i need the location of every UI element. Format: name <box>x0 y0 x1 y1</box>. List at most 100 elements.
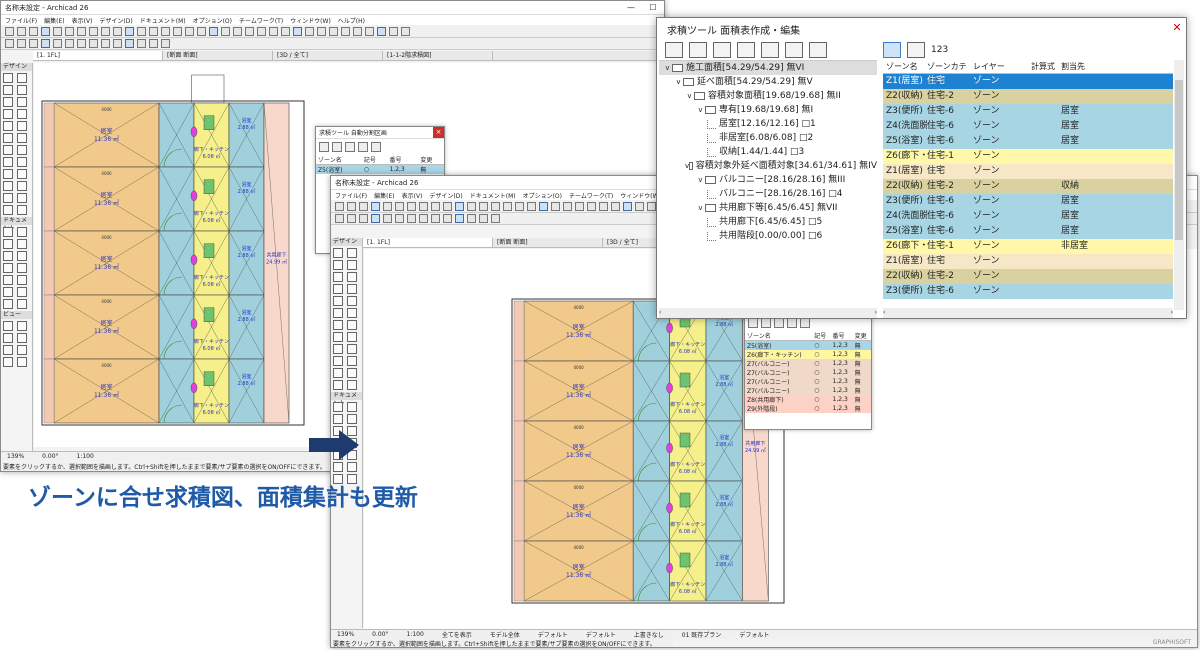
table-row[interactable]: Z5(浴室) ○ 1,2,3 無 <box>316 164 444 174</box>
table-row[interactable]: Z3(便所) 住宅-6 ゾーン 居室 <box>883 194 1173 209</box>
export-icon[interactable] <box>785 42 803 58</box>
toolbar-button[interactable] <box>17 39 26 48</box>
split-icon[interactable] <box>761 318 771 328</box>
column-header[interactable]: ゾーン名 <box>316 155 362 165</box>
toolbar-button[interactable] <box>359 201 368 211</box>
table-row[interactable]: Z4(洗面脱 住宅-6 ゾーン 居室 <box>883 119 1173 134</box>
table-row[interactable]: Z2(収納) 住宅-2 ゾーン 収納 <box>883 179 1173 194</box>
chevron-down-icon[interactable]: v <box>674 75 683 89</box>
tool-icon[interactable] <box>17 321 27 331</box>
toolbar-button[interactable] <box>401 26 410 36</box>
toolbar-button[interactable] <box>635 201 644 211</box>
zone-vertical-scrollbar[interactable] <box>1174 60 1184 310</box>
tool-icon[interactable] <box>347 308 357 318</box>
tool-icon[interactable] <box>17 275 27 285</box>
table-row[interactable]: Z3(便所) 住宅-6 ゾーン <box>883 284 1173 299</box>
toolbar-button[interactable] <box>551 201 560 211</box>
tool-icon[interactable] <box>3 85 13 95</box>
toolbar-button[interactable] <box>89 39 98 48</box>
column-header[interactable]: 変更 <box>852 331 871 341</box>
tool-icon[interactable] <box>333 320 343 330</box>
toolbar-button[interactable] <box>479 201 488 211</box>
table-row[interactable]: Z1(居室) 住宅 ゾーン <box>883 164 1173 179</box>
column-header[interactable]: 番号 <box>830 331 853 341</box>
tool-icon[interactable] <box>333 332 343 342</box>
tool-icon[interactable] <box>347 368 357 378</box>
tool-icon[interactable] <box>17 181 27 191</box>
status-field[interactable]: 0.00° <box>42 453 58 460</box>
tool-icon[interactable] <box>347 380 357 390</box>
menu-item[interactable]: オプション(O) <box>523 191 562 200</box>
tool-icon[interactable] <box>3 333 13 343</box>
filter-icon[interactable] <box>907 42 925 58</box>
tree-node[interactable]: v バルコニー[28.16/28.16] 無III <box>659 173 877 187</box>
tool-icon[interactable] <box>333 380 343 390</box>
tool-icon[interactable] <box>3 345 13 355</box>
menu-item[interactable]: 編集(E) <box>374 191 394 200</box>
toolbar-button[interactable] <box>353 26 362 36</box>
tree-node[interactable]: v 専有[19.68/19.68] 無I <box>659 103 877 117</box>
toolbar-button[interactable] <box>563 201 572 211</box>
tool-icon[interactable] <box>17 333 27 343</box>
toolbar-button[interactable] <box>431 214 440 223</box>
toolbar-button[interactable] <box>17 26 26 36</box>
toolbar-button[interactable] <box>419 214 428 223</box>
table-row[interactable]: Z8(共用廊下) ○ 1,2,3 無 <box>745 395 871 404</box>
home-icon[interactable] <box>319 142 329 152</box>
status-field[interactable]: 全てを表示 <box>442 630 472 639</box>
toolbar-button[interactable] <box>137 39 146 48</box>
check-icon[interactable] <box>787 318 797 328</box>
tool-icon[interactable] <box>3 275 13 285</box>
status-field[interactable]: 139% <box>7 453 24 460</box>
toolbar-button[interactable] <box>269 26 278 36</box>
tool-icon[interactable] <box>347 356 357 366</box>
toolbar-button[interactable] <box>419 201 428 211</box>
toolbar-button[interactable] <box>5 39 14 48</box>
tool-icon[interactable] <box>3 227 13 237</box>
table-row[interactable]: Z1(居室) 住宅 ゾーン <box>883 74 1173 89</box>
toolbar-button[interactable] <box>491 214 500 223</box>
column-header[interactable]: ゾーン名 <box>745 331 813 341</box>
menu-item[interactable]: ファイル(F) <box>5 16 37 25</box>
edit-folder-icon[interactable] <box>737 42 755 58</box>
table-row[interactable]: Z5(浴室) ○ 1,2,3 無 <box>745 340 871 350</box>
view-tab[interactable]: [1. 1FL] <box>363 238 493 247</box>
table-row[interactable]: Z6(廊下・キ住宅-1 ゾーン 非居室 <box>883 239 1173 254</box>
toolbar-button[interactable] <box>575 201 584 211</box>
toolbar-button[interactable] <box>407 214 416 223</box>
toolbar-button[interactable] <box>335 214 344 223</box>
menu-item[interactable]: チームワーク(T) <box>239 16 283 25</box>
toolbar-button[interactable] <box>389 26 398 36</box>
tool-icon[interactable] <box>3 263 13 273</box>
tool-icon[interactable] <box>17 345 27 355</box>
tool-icon[interactable] <box>333 462 343 472</box>
toolbar-button[interactable] <box>125 26 134 36</box>
toolbar-button[interactable] <box>515 201 524 211</box>
tool-icon[interactable] <box>347 344 357 354</box>
tool-icon[interactable] <box>17 109 27 119</box>
move-folder-icon[interactable] <box>761 42 779 58</box>
check-icon[interactable] <box>358 142 368 152</box>
column-header[interactable]: 計算式 <box>1031 60 1061 73</box>
tool-icon[interactable] <box>3 299 13 309</box>
tool-icon[interactable] <box>3 73 13 83</box>
table-row[interactable]: Z6(廊下・キ住宅-1 ゾーン <box>883 149 1173 164</box>
tool-icon[interactable] <box>17 133 27 143</box>
minimize-icon[interactable]: — <box>620 1 642 15</box>
toolbar-button[interactable] <box>29 26 38 36</box>
tool-icon[interactable] <box>3 287 13 297</box>
status-field[interactable]: 139% <box>337 631 354 638</box>
tree-node[interactable]: 居室[12.16/12.16] □1 <box>659 117 877 131</box>
tool-icon[interactable] <box>347 296 357 306</box>
view-tab[interactable]: [断面 断面] <box>163 51 273 60</box>
table-row[interactable]: Z6(廊下・キッチン) ○ 1,2,3 無 <box>745 350 871 359</box>
toolbar-button[interactable] <box>347 214 356 223</box>
status-field[interactable]: モデル全体 <box>490 630 520 639</box>
refresh-icon[interactable] <box>371 142 381 152</box>
table-row[interactable]: Z2(収納) 住宅-2 ゾーン <box>883 89 1173 104</box>
tool-icon[interactable] <box>3 97 13 107</box>
tool-icon[interactable] <box>3 121 13 131</box>
tool-icon[interactable] <box>3 321 13 331</box>
tool-icon[interactable] <box>347 462 357 472</box>
zone-list-icon[interactable] <box>883 42 901 58</box>
